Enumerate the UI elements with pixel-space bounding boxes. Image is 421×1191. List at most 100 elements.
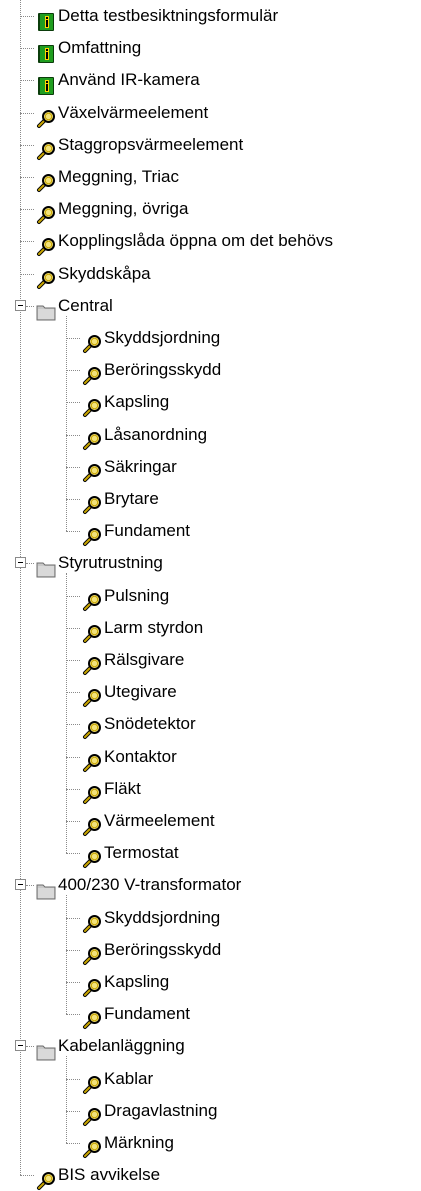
tree-item-label: Fundament: [104, 1004, 190, 1023]
magnifier-icon: [82, 779, 102, 804]
magnifier-icon: [36, 167, 56, 192]
magnifier-icon: [82, 1133, 102, 1158]
magnifier-icon: [36, 135, 56, 160]
tree-item[interactable]: Meggning, Triac: [0, 161, 421, 193]
tree-item[interactable]: Växelvärmeelement: [0, 97, 421, 129]
tree-child-item[interactable]: Kapsling: [0, 386, 421, 418]
tree-child-item[interactable]: Skyddsjordning: [0, 902, 421, 934]
magnifier-icon: [82, 489, 102, 514]
info-book-icon: [36, 6, 56, 31]
magnifier-icon: [82, 940, 102, 965]
magnifier-icon: [82, 425, 102, 450]
tree-child-item[interactable]: Pulsning: [0, 580, 421, 612]
info-book-icon: [36, 70, 56, 95]
tree-item[interactable]: Kopplingslåda öppna om det behövs: [0, 225, 421, 257]
tree-item[interactable]: Meggning, övriga: [0, 193, 421, 225]
tree-item-label: Låsanordning: [104, 425, 208, 444]
collapse-icon[interactable]: [15, 879, 26, 890]
tree-item-label: Utegivare: [104, 682, 177, 701]
tree-child-item[interactable]: Låsanordning: [0, 419, 421, 451]
tree-item[interactable]: Detta testbesiktningsformulär: [0, 0, 421, 32]
tree-child-item[interactable]: Beröringsskydd: [0, 934, 421, 966]
tree-child-item[interactable]: Kapsling: [0, 966, 421, 998]
tree-child-item[interactable]: Rälsgivare: [0, 644, 421, 676]
magnifier-icon: [82, 972, 102, 997]
collapse-icon[interactable]: [15, 300, 26, 311]
tree-child-item[interactable]: Snödetektor: [0, 708, 421, 740]
magnifier-icon: [36, 103, 56, 128]
tree-child-item[interactable]: Beröringsskydd: [0, 354, 421, 386]
tree-child-item[interactable]: Termostat: [0, 837, 421, 869]
tree-child-item[interactable]: Larm styrdon: [0, 612, 421, 644]
tree-item-label: Styrutrustning: [58, 553, 163, 572]
tree-item-label: Använd IR-kamera: [58, 70, 200, 89]
tree-item-label: Märkning: [104, 1133, 174, 1152]
magnifier-icon: [36, 264, 56, 289]
tree-child-item[interactable]: Fläkt: [0, 773, 421, 805]
tree-item[interactable]: Skyddskåpa: [0, 258, 421, 290]
tree-folder-node[interactable]: Kabelanläggning: [0, 1030, 421, 1062]
collapse-icon[interactable]: [15, 557, 26, 568]
tree-item-label: Detta testbesiktningsformulär: [58, 6, 279, 25]
folder-icon: [36, 1036, 56, 1061]
tree-item-label: Central: [58, 296, 113, 315]
tree-item[interactable]: Staggropsvärmeelement: [0, 129, 421, 161]
magnifier-icon: [36, 1165, 56, 1190]
tree-child-item[interactable]: Märkning: [0, 1127, 421, 1159]
magnifier-icon: [82, 618, 102, 643]
tree-item-label: Larm styrdon: [104, 618, 204, 637]
tree-item-label: Pulsning: [104, 586, 170, 605]
folder-icon: [36, 875, 56, 900]
tree-child-item[interactable]: Fundament: [0, 515, 421, 547]
tree-item-label: Säkringar: [104, 457, 177, 476]
tree-item-label: 400/230 V-transformator: [58, 875, 242, 894]
magnifier-icon: [82, 392, 102, 417]
tree-item-label: Fundament: [104, 521, 190, 540]
tree-item-label: Meggning, Triac: [58, 167, 179, 186]
tree-item[interactable]: Omfattning: [0, 32, 421, 64]
tree-item-label: Staggropsvärmeelement: [58, 135, 244, 154]
tree-child-item[interactable]: Kontaktor: [0, 741, 421, 773]
tree-item-label: Kapsling: [104, 972, 170, 991]
tree-view: Detta testbesiktningsformulär Omfattning A…: [0, 0, 421, 1191]
tree-child-item[interactable]: Utegivare: [0, 676, 421, 708]
tree-child-item[interactable]: Fundament: [0, 998, 421, 1030]
tree-item-label: Termostat: [104, 843, 179, 862]
tree-child-item[interactable]: Kablar: [0, 1063, 421, 1095]
tree-folder-node[interactable]: Styrutrustning: [0, 547, 421, 579]
tree-item-label: Kontaktor: [104, 747, 177, 766]
tree-item-label: Kapsling: [104, 392, 170, 411]
tree-item-label: Kopplingslåda öppna om det behövs: [58, 231, 334, 250]
tree-folder-node[interactable]: Central: [0, 290, 421, 322]
collapse-icon[interactable]: [15, 1040, 26, 1051]
tree-item-label: Snödetektor: [104, 714, 196, 733]
magnifier-icon: [36, 199, 56, 224]
tree-item-label: Beröringsskydd: [104, 940, 222, 959]
tree-item-label: BIS avvikelse: [58, 1165, 161, 1184]
tree-item-label: Kabelanläggning: [58, 1036, 185, 1055]
magnifier-icon: [82, 811, 102, 836]
tree-child-item[interactable]: Brytare: [0, 483, 421, 515]
magnifier-icon: [82, 521, 102, 546]
tree-item-label: Kablar: [104, 1069, 154, 1088]
tree-item-label: Meggning, övriga: [58, 199, 189, 218]
tree-child-item[interactable]: Värmeelement: [0, 805, 421, 837]
magnifier-icon: [82, 1069, 102, 1094]
magnifier-icon: [82, 360, 102, 385]
tree-item-label: Växelvärmeelement: [58, 103, 209, 122]
tree-item-label: Brytare: [104, 489, 159, 508]
magnifier-icon: [82, 1004, 102, 1029]
magnifier-icon: [82, 586, 102, 611]
tree-child-item[interactable]: Skyddsjordning: [0, 322, 421, 354]
tree-child-item[interactable]: Dragavlastning: [0, 1095, 421, 1127]
magnifier-icon: [82, 714, 102, 739]
tree-item[interactable]: BIS avvikelse: [0, 1159, 421, 1191]
magnifier-icon: [82, 843, 102, 868]
tree-item[interactable]: Använd IR-kamera: [0, 64, 421, 96]
tree-item-label: Skyddskåpa: [58, 264, 151, 283]
tree-item-label: Skyddsjordning: [104, 328, 221, 347]
folder-icon: [36, 553, 56, 578]
tree-folder-node[interactable]: 400/230 V-transformator: [0, 869, 421, 901]
tree-item-label: Rälsgivare: [104, 650, 185, 669]
tree-child-item[interactable]: Säkringar: [0, 451, 421, 483]
